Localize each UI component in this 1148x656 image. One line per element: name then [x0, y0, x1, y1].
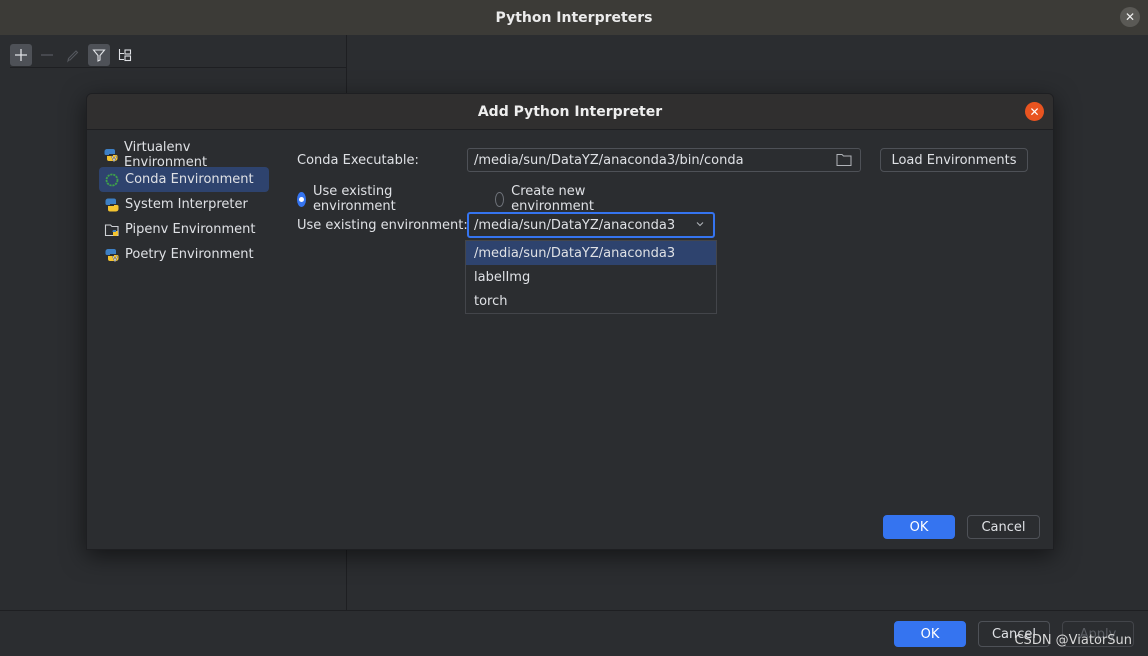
filter-icon — [92, 49, 106, 62]
dialog-ok-button[interactable]: OK — [883, 515, 955, 539]
add-interpreter-button[interactable] — [10, 44, 32, 66]
env-item-system-interpreter[interactable]: System Interpreter — [99, 192, 269, 217]
toolbar-divider — [10, 67, 347, 68]
load-environments-button[interactable]: Load Environments — [880, 148, 1028, 172]
pipenv-folder-icon — [103, 221, 120, 238]
pencil-icon — [67, 50, 79, 63]
dropdown-option[interactable]: torch — [466, 289, 716, 313]
dropdown-option[interactable]: /media/sun/DataYZ/anaconda3 — [466, 241, 716, 265]
folder-icon[interactable] — [836, 153, 852, 167]
filter-button[interactable] — [88, 44, 110, 66]
close-icon: ✕ — [1029, 104, 1040, 119]
radio-use-existing-environment[interactable]: Use existing environment — [297, 184, 402, 214]
conda-icon — [103, 171, 120, 188]
python-icon — [103, 196, 120, 213]
dialog-close-button[interactable]: ✕ — [1025, 102, 1044, 121]
add-python-interpreter-dialog: Add Python Interpreter ✕ Virtualenv Envi… — [86, 93, 1054, 550]
plus-icon — [15, 49, 27, 61]
close-icon: ✕ — [1124, 10, 1136, 24]
minus-icon — [41, 54, 53, 56]
tree-view-button[interactable] — [114, 44, 136, 66]
existing-environment-label: Use existing environment: — [297, 218, 468, 233]
remove-interpreter-button[interactable] — [36, 44, 58, 66]
radio-indicator-checked — [297, 191, 306, 207]
env-item-label: Virtualenv Environment — [124, 139, 208, 170]
env-item-virtualenv[interactable]: Virtualenv Environment — [99, 139, 269, 170]
radio-label: Create new environment — [511, 184, 594, 214]
radio-indicator-unchecked — [495, 191, 505, 207]
conda-executable-input[interactable]: /media/sun/DataYZ/anaconda3/bin/conda — [467, 148, 861, 172]
edit-interpreter-button[interactable] — [62, 44, 84, 66]
interpreter-toolbar — [10, 43, 347, 67]
chevron-down-icon — [696, 222, 704, 227]
conda-executable-label: Conda Executable: — [297, 153, 419, 168]
environment-dropdown-popup: /media/sun/DataYZ/anaconda3 labelImg tor… — [465, 240, 717, 314]
env-item-label: Pipenv Environment — [125, 222, 256, 237]
environment-type-list: Virtualenv Environment Conda Environment… — [99, 139, 279, 267]
outer-window-title: Python Interpreters — [495, 9, 653, 26]
outer-footer: OK Cancel Apply — [0, 611, 1148, 656]
outer-titlebar: Python Interpreters ✕ — [0, 0, 1148, 35]
dialog-cancel-button[interactable]: Cancel — [967, 515, 1040, 539]
outer-close-button[interactable]: ✕ — [1120, 7, 1140, 27]
env-item-label: System Interpreter — [125, 197, 248, 212]
env-item-pipenv[interactable]: Pipenv Environment — [99, 217, 269, 242]
radio-label: Use existing environment — [312, 184, 396, 214]
dropdown-option[interactable]: labelImg — [466, 265, 716, 289]
watermark: CSDN @ViatorSun — [1014, 633, 1132, 648]
outer-ok-button[interactable]: OK — [894, 621, 966, 647]
env-item-label: Poetry Environment — [125, 247, 254, 262]
env-item-conda[interactable]: Conda Environment — [99, 167, 269, 192]
env-item-label: Conda Environment — [125, 172, 254, 187]
radio-create-new-environment[interactable]: Create new environment — [495, 184, 600, 214]
existing-environment-dropdown[interactable]: /media/sun/DataYZ/anaconda3 — [467, 212, 715, 238]
conda-executable-value: /media/sun/DataYZ/anaconda3/bin/conda — [474, 152, 744, 168]
existing-environment-value: /media/sun/DataYZ/anaconda3 — [474, 217, 676, 233]
env-item-poetry[interactable]: Poetry Environment — [99, 242, 269, 267]
tree-view-icon — [118, 49, 132, 62]
python-virtualenv-icon — [103, 146, 119, 163]
poetry-icon — [103, 246, 120, 263]
dialog-titlebar: Add Python Interpreter ✕ — [87, 94, 1053, 130]
dialog-title: Add Python Interpreter — [477, 103, 663, 120]
